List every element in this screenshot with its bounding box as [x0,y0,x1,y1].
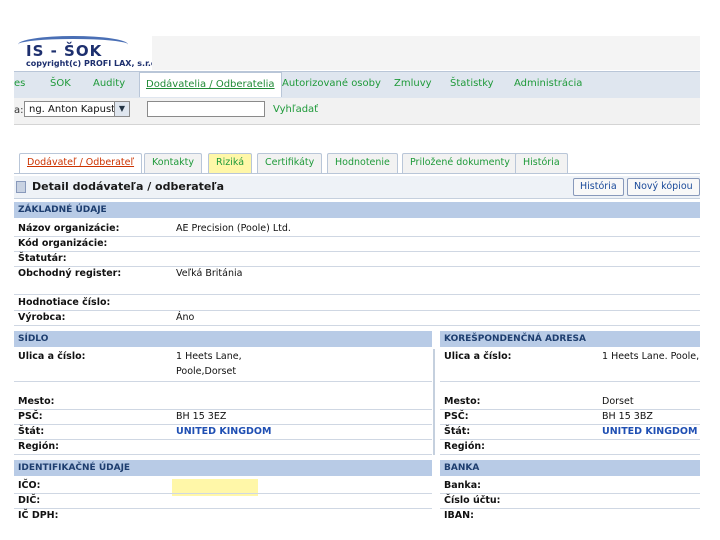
seat-city-label: Mesto: [18,396,55,407]
seat-street-line1: 1 Heets Lane, [176,351,242,362]
iban-label: IBAN: [444,510,474,521]
chevron-down-icon[interactable]: ▼ [114,102,129,116]
seat-state-label: Štát: [18,426,45,437]
corr-zip-label: PSČ: [444,411,469,422]
section-basic: ZÁKLADNÉ ÚDAJE [14,202,700,218]
row-seat-region: Región: [14,440,432,455]
producer-value: Áno [176,312,195,323]
row-statutory: Štatutár: [14,252,700,267]
row-corr-zip: PSČ: BH 15 3BZ [440,410,700,425]
corr-region-label: Región: [444,441,485,452]
header-banner [152,36,700,70]
section-correspondence: KOREŠPONDENČNÁ ADRESA [440,331,700,347]
seat-street-label: Ulica a číslo: [18,351,86,362]
row-org-name: Názov organizácie: AE Precision (Poole) … [14,222,700,237]
row-seat-street: Ulica a číslo: 1 Heets Lane, Poole,Dorse… [14,350,432,382]
row-register: Obchodný register: Veľká Británia [14,267,700,295]
menu-item-contracts[interactable]: Zmluvy [394,78,432,89]
section-identification: IDENTIFIKAČNÉ ÚDAJE [14,460,432,476]
tab-divider [14,173,700,174]
corr-city-value: Dorset [602,396,634,407]
org-name-label: Názov organizácie: [18,223,120,234]
search-bar: a: ng. Anton Kapusta ▼ Vyhľadať [14,98,700,125]
logo-subtitle: copyright(c) PROFI LAX, s.r.o. [26,59,160,68]
main-menu: es ŠOK Audity Dodávatelia / Odberatelia … [14,71,700,99]
account-label: Číslo účtu: [444,495,501,506]
dic-label: DIČ: [18,495,41,506]
corr-state-link[interactable]: UNITED KINGDOM [602,426,697,437]
history-button[interactable]: História [573,178,624,196]
row-iban: IBAN: [440,509,700,524]
seat-street-line2: Poole,Dorset [176,366,237,377]
menu-item-stub[interactable]: es [14,78,25,89]
register-label: Obchodný register: [18,268,122,279]
tab-contacts[interactable]: Kontakty [144,153,202,173]
row-corr-region: Región: [440,440,700,455]
tab-supplier[interactable]: Dodávateľ / Odberateľ [19,153,143,174]
producer-label: Výrobca: [18,312,66,323]
menu-item-administration[interactable]: Administrácia [514,78,582,89]
row-dic: DIČ: [14,494,432,509]
row-icdph: IČ DPH: [14,509,432,524]
icdph-label: IČ DPH: [18,510,59,521]
search-button[interactable]: Vyhľadať [273,104,318,115]
row-producer: Výrobca: Áno [14,311,700,326]
tab-evaluation[interactable]: Hodnotenie [327,153,398,173]
row-corr-street: Ulica a číslo: 1 Heets Lane. Poole, [440,350,700,382]
row-bank: Banka: [440,479,700,494]
statutory-label: Štatutár: [18,253,67,264]
page-title: Detail dodávateľa / odberateľa [32,180,225,193]
corr-zip-value: BH 15 3BZ [602,411,653,422]
tab-risks[interactable]: Riziká [208,153,253,173]
detail-header: Detail dodávateľa / odberateľa História … [14,176,700,199]
menu-item-authorized-persons[interactable]: Autorizované osoby [282,78,381,89]
tab-certificates[interactable]: Certifikáty [257,153,323,173]
logo-title: IS - ŠOK [26,42,103,60]
corr-street-label: Ulica a číslo: [444,351,512,362]
tab-documents[interactable]: Priložené dokumenty [402,153,518,173]
menu-item-statistics[interactable]: Štatistky [450,78,494,89]
user-select[interactable]: ng. Anton Kapusta ▼ [24,101,130,117]
menu-item-sok[interactable]: ŠOK [50,78,71,89]
seat-zip-value: BH 15 3EZ [176,411,227,422]
corr-state-label: Štát: [444,426,471,437]
section-bank: BANKA [440,460,700,476]
row-corr-state: Štát: UNITED KINGDOM [440,425,700,440]
user-label: a: [14,105,24,116]
row-corr-city: Mesto: Dorset [440,395,700,410]
section-seat: SÍDLO [14,331,432,347]
bank-label: Banka: [444,480,481,491]
ico-label: IČO: [18,480,41,491]
row-seat-zip: PSČ: BH 15 3EZ [14,410,432,425]
row-account: Číslo účtu: [440,494,700,509]
seat-region-label: Región: [18,441,59,452]
row-seat-state: Štát: UNITED KINGDOM [14,425,432,440]
row-rating: Hodnotiace číslo: [14,296,700,311]
row-ico: IČO: [14,479,432,494]
document-icon [16,181,26,193]
corr-street-value: 1 Heets Lane. Poole, [602,351,700,362]
register-value: Veľká Británia [176,268,243,279]
row-org-code: Kód organizácie: [14,237,700,252]
search-input[interactable] [147,101,265,117]
logo: IS - ŠOK copyright(c) PROFI LAX, s.r.o. [14,36,159,70]
row-seat-city: Mesto: [14,395,432,410]
column-divider [433,349,435,455]
tab-history[interactable]: História [515,153,568,173]
menu-item-audits[interactable]: Audity [93,78,125,89]
menu-item-suppliers[interactable]: Dodávatelia / Odberatelia [139,72,282,97]
seat-zip-label: PSČ: [18,411,43,422]
user-select-value: ng. Anton Kapusta [29,104,122,115]
rating-label: Hodnotiace číslo: [18,297,111,308]
seat-state-link[interactable]: UNITED KINGDOM [176,426,271,437]
corr-city-label: Mesto: [444,396,481,407]
org-name-value: AE Precision (Poole) Ltd. [176,223,291,234]
new-copy-button[interactable]: Nový kópiou [627,178,700,196]
org-code-label: Kód organizácie: [18,238,108,249]
